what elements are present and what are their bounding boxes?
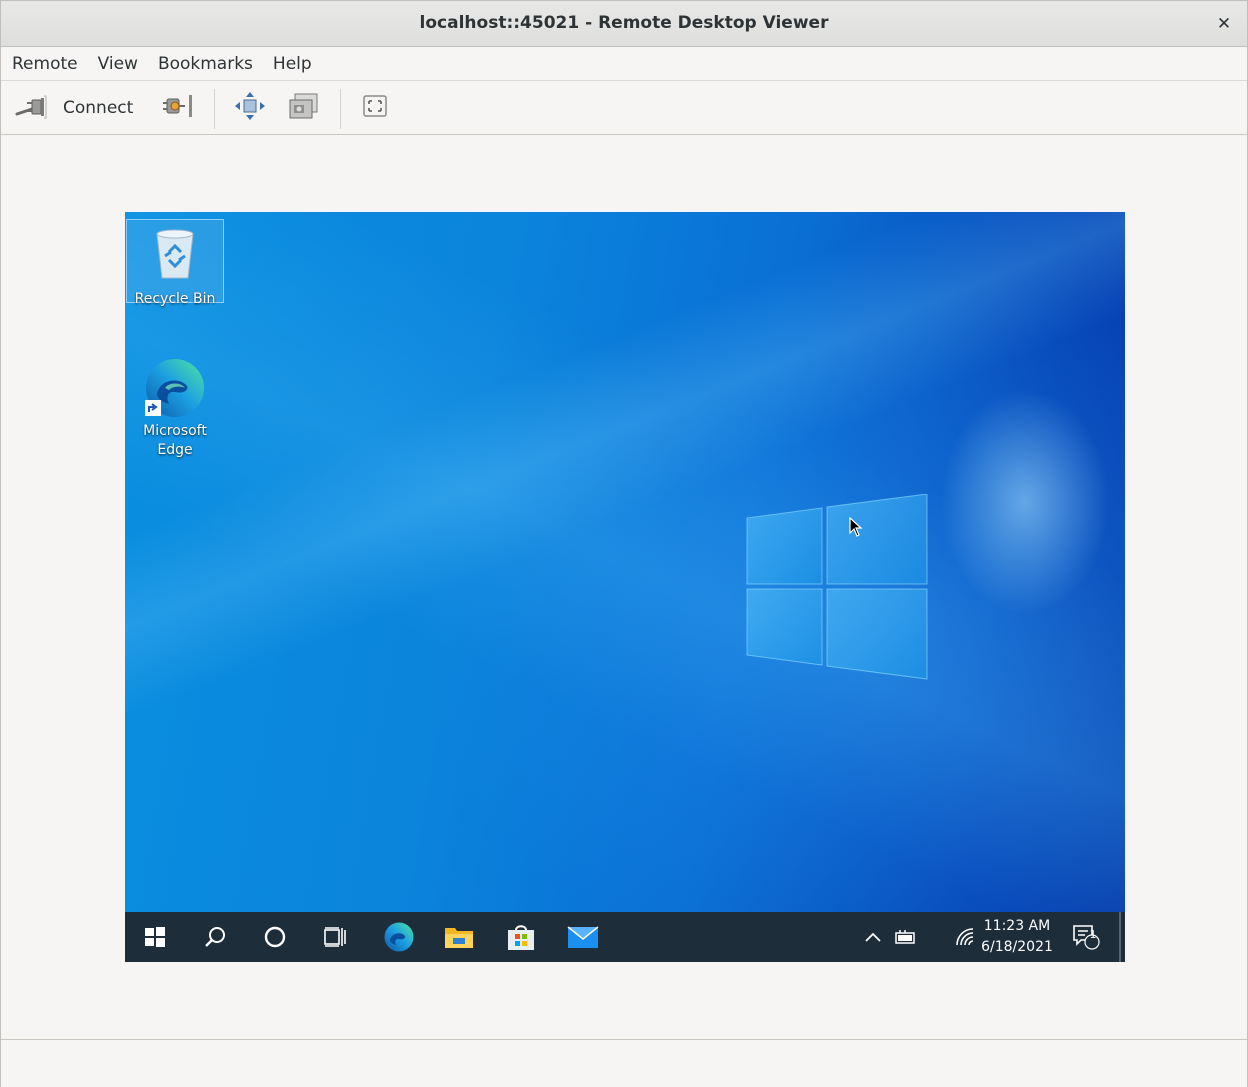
task-view-button[interactable] <box>305 912 365 962</box>
close-button[interactable]: ✕ <box>1211 11 1237 37</box>
battery-icon <box>895 930 915 944</box>
desktop-icon-microsoft-edge[interactable]: Microsoft Edge <box>126 350 224 458</box>
desktop-icon-label: Microsoft Edge <box>143 423 207 458</box>
toolbar-separator <box>214 89 215 129</box>
recycle-bin-icon <box>127 226 223 288</box>
cortana-button[interactable] <box>245 912 305 962</box>
connect-plug-icon <box>15 92 49 124</box>
chevron-up-icon <box>865 932 881 942</box>
taskbar-edge-button[interactable] <box>369 912 429 962</box>
cortana-icon <box>264 926 286 948</box>
taskbar-clock[interactable]: 11:23 AM 6/18/2021 <box>977 916 1057 958</box>
store-icon <box>508 925 534 950</box>
menu-help[interactable]: Help <box>263 54 322 74</box>
windows-logo-wallpaper <box>746 494 928 680</box>
taskbar-file-explorer-button[interactable] <box>429 912 489 962</box>
fit-window-icon <box>233 91 267 125</box>
fit-window-button[interactable] <box>233 92 267 124</box>
fullscreen-button[interactable] <box>361 92 389 124</box>
taskbar-store-button[interactable] <box>491 912 551 962</box>
title-bar[interactable]: localhost::45021 - Remote Desktop Viewer… <box>1 1 1247 47</box>
remote-desktop-viewer-window: localhost::45021 - Remote Desktop Viewer… <box>0 0 1248 1087</box>
window-title: localhost::45021 - Remote Desktop Viewer <box>419 13 829 33</box>
network-button[interactable] <box>951 912 979 962</box>
action-center-button[interactable]: 1 <box>1069 912 1103 962</box>
menu-remote[interactable]: Remote <box>2 54 88 74</box>
show-hidden-icons-button[interactable] <box>861 912 885 962</box>
edge-icon <box>384 922 414 952</box>
mail-icon <box>567 926 599 948</box>
network-icon <box>956 928 974 946</box>
screenshot-icon <box>287 91 321 125</box>
battery-button[interactable] <box>891 912 919 962</box>
windows-taskbar: 11:23 AM 6/18/2021 1 <box>125 912 1125 962</box>
fullscreen-icon <box>361 92 389 124</box>
wallpaper-light-beam <box>125 212 1125 962</box>
menu-bookmarks[interactable]: Bookmarks <box>148 54 263 74</box>
start-icon <box>145 927 165 947</box>
show-desktop-button[interactable] <box>1119 912 1121 962</box>
file-explorer-icon <box>445 928 473 948</box>
clock-time: 11:23 AM <box>983 918 1051 934</box>
wallpaper-light-beam <box>125 212 1125 962</box>
search-icon <box>205 927 225 947</box>
start-button[interactable] <box>125 912 185 962</box>
menu-bar: Remote View Bookmarks Help <box>1 47 1247 81</box>
desktop-icon-recycle-bin[interactable]: Recycle Bin <box>126 219 224 307</box>
taskbar-mail-button[interactable] <box>553 912 613 962</box>
menu-view[interactable]: View <box>88 54 148 74</box>
disconnect-button[interactable] <box>161 92 195 124</box>
task-view-icon <box>324 927 346 947</box>
status-bar <box>1 1039 1247 1087</box>
desktop-icon-label: Recycle Bin <box>134 291 216 307</box>
clock-date: 6/18/2021 <box>981 939 1053 955</box>
connect-button[interactable]: Connect <box>15 92 133 124</box>
toolbar-separator <box>340 89 341 129</box>
shortcut-arrow-icon <box>145 400 161 416</box>
disconnect-plug-icon <box>161 91 195 125</box>
edge-icon <box>143 356 207 420</box>
connect-label: Connect <box>63 98 134 118</box>
screenshot-button[interactable] <box>287 92 321 124</box>
remote-desktop-screen[interactable]: Recycle Bin Microsoft Edge 11:23 AM 6/18… <box>125 212 1125 962</box>
notification-count-badge: 1 <box>1089 928 1097 941</box>
search-button[interactable] <box>185 912 245 962</box>
toolbar: Connect <box>1 81 1247 135</box>
mouse-cursor-icon <box>849 517 863 537</box>
